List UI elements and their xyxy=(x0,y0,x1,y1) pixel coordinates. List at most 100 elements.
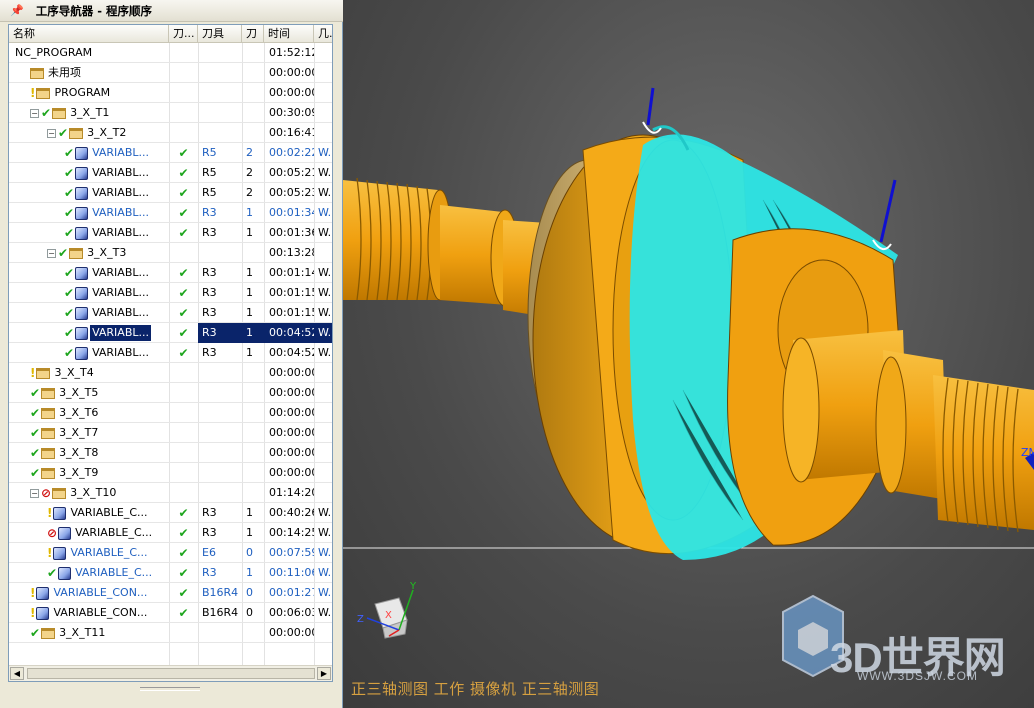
row-name-cell[interactable]: ✔ 3_X_T7 xyxy=(9,423,169,443)
row-name-cell[interactable]: ✔ 3_X_T5 xyxy=(9,383,169,403)
navigator-title: 工序导航器 - 程序顺序 xyxy=(35,3,152,18)
row-name-cell[interactable]: ✔ 3_X_T6 xyxy=(9,403,169,423)
row-name-cell[interactable]: − ✔ 3_X_T2 xyxy=(9,123,169,143)
collapse-toggle-icon[interactable]: − xyxy=(47,248,56,258)
program-group-row[interactable]: − ✔ 3_X_T1 00:30:09 xyxy=(9,103,332,123)
variable-contour-operation-icon xyxy=(53,506,67,520)
operation-row[interactable]: ! VARIABLE_CON... ✔ B16R4 0 00:01:27 W... xyxy=(9,583,332,603)
row-name-cell[interactable]: ! 3_X_T4 xyxy=(9,363,169,383)
row-name-cell[interactable]: ✔ VARIABL... xyxy=(9,163,169,183)
complete-check-icon: ✔ xyxy=(64,206,75,220)
row-name-cell[interactable]: ⊘ VARIABLE_C... xyxy=(9,523,169,543)
row-name-cell[interactable]: NC_PROGRAM xyxy=(9,43,169,63)
row-name-cell[interactable]: ✔ VARIABL... xyxy=(9,183,169,203)
operation-row[interactable]: ✔ VARIABLE_C... ✔ R3 1 00:11:06 W... xyxy=(9,563,332,583)
geometry-cell: W... xyxy=(318,586,332,599)
row-name-cell[interactable]: ✔ VARIABL... xyxy=(9,323,169,343)
panel-resize-handle[interactable] xyxy=(140,687,200,691)
program-group-row[interactable]: ✔ 3_X_T6 00:00:00 xyxy=(9,403,332,423)
row-name-cell[interactable]: ✔ VARIABL... xyxy=(9,143,169,163)
operation-row[interactable]: ✔ VARIABL... ✔ R3 1 00:01:34 W... xyxy=(9,203,332,223)
program-group-row[interactable]: ! PROGRAM 00:00:00 xyxy=(9,83,332,103)
time-cell: 00:04:52 xyxy=(269,346,314,359)
program-group-row[interactable]: ✔ 3_X_T8 00:00:00 xyxy=(9,443,332,463)
operation-row[interactable]: ✔VARIABL...✔R3100:04:52W... xyxy=(9,323,332,343)
program-group-row[interactable]: ✔ 3_X_T9 00:00:00 xyxy=(9,463,332,483)
row-name-cell[interactable]: ✔ VARIABL... xyxy=(9,283,169,303)
tool-cell: R5 xyxy=(202,186,217,199)
scrollbar-thumb[interactable] xyxy=(27,668,315,679)
row-name-cell[interactable]: ! VARIABLE_CON... xyxy=(9,603,169,623)
row-name-cell[interactable]: ! VARIABLE_C... xyxy=(9,543,169,563)
complete-check-icon: ✔ xyxy=(64,266,75,280)
operation-row[interactable]: ✔ VARIABL... ✔ R3 1 00:01:15 W... xyxy=(9,283,332,303)
time-cell: 00:40:26 xyxy=(269,506,314,519)
row-name-cell[interactable]: ✔ VARIABL... xyxy=(9,303,169,323)
collapse-toggle-icon[interactable]: − xyxy=(47,128,56,138)
scroll-right-icon[interactable]: ▶ xyxy=(317,667,331,680)
operation-row[interactable]: ✔ VARIABL... ✔ R5 2 00:05:21 W... xyxy=(9,163,332,183)
horizontal-scrollbar[interactable]: ◀ ▶ xyxy=(9,665,332,681)
tool-ok-check-icon: ✔ xyxy=(178,566,189,580)
row-name-cell[interactable]: − ⊘ 3_X_T10 xyxy=(9,483,169,503)
complete-check-icon: ✔ xyxy=(58,126,69,140)
row-name-cell[interactable]: 未用项 xyxy=(9,63,169,83)
column-header-tool-number[interactable]: 刀 xyxy=(242,25,264,43)
row-name-cell[interactable]: ✔ VARIABL... xyxy=(9,263,169,283)
program-group-row[interactable]: ✔ 3_X_T7 00:00:00 xyxy=(9,423,332,443)
scroll-left-icon[interactable]: ◀ xyxy=(10,667,24,680)
graphics-viewport[interactable]: ZM Y Z X 3D世界网 WWW.3DSJW.COM 正三轴测图 工作 摄像… xyxy=(343,0,1034,708)
row-name-cell[interactable]: ✔ VARIABL... xyxy=(9,223,169,243)
operation-row[interactable]: ✔VARIABL...✔R3100:04:52W... xyxy=(9,343,332,363)
row-name-cell[interactable]: ! PROGRAM xyxy=(9,83,169,103)
tool-cell xyxy=(198,103,242,123)
wcs-label: ZM xyxy=(1021,446,1034,459)
collapse-toggle-icon[interactable]: − xyxy=(30,488,39,498)
row-name-cell[interactable]: ! VARIABLE_CON... xyxy=(9,583,169,603)
column-header-name[interactable]: 名称 xyxy=(9,25,169,43)
operation-row[interactable]: ✔ VARIABL... ✔ R5 2 00:05:23 W... xyxy=(9,183,332,203)
operation-row[interactable]: ⊘ VARIABLE_C... ✔ R3 1 00:14:25 W... xyxy=(9,523,332,543)
program-group-row[interactable]: 未用项 00:00:00 xyxy=(9,63,332,83)
row-name-cell[interactable]: ✔ 3_X_T11 xyxy=(9,623,169,643)
row-name-cell[interactable]: ✔ VARIABLE_C... xyxy=(9,563,169,583)
pin-icon[interactable]: 📌 xyxy=(10,4,24,17)
program-group-row[interactable]: ✔ 3_X_T11 00:00:00 xyxy=(9,623,332,643)
operation-row[interactable]: ✔ VARIABL... ✔ R3 1 00:01:36 W... xyxy=(9,223,332,243)
tool-ok-check-icon: ✔ xyxy=(178,546,189,560)
operation-row[interactable]: ! VARIABLE_C... ✔ R3 1 00:40:26 W... xyxy=(9,503,332,523)
column-header-time[interactable]: 时间 xyxy=(264,25,314,43)
program-group-row[interactable]: ✔ 3_X_T5 00:00:00 xyxy=(9,383,332,403)
geometry-cell xyxy=(314,403,332,423)
tool-ok-check-icon: ✔ xyxy=(178,146,189,160)
program-group-row[interactable]: − ⊘ 3_X_T10 01:14:20 xyxy=(9,483,332,503)
program-group-row[interactable]: − ✔ 3_X_T2 00:16:41 xyxy=(9,123,332,143)
row-name-cell[interactable]: ✔ 3_X_T8 xyxy=(9,443,169,463)
column-header-tool-check[interactable]: 刀... xyxy=(169,25,198,43)
geometry-cell: W... xyxy=(318,286,332,299)
program-group-row[interactable]: NC_PROGRAM 01:52:12 xyxy=(9,43,332,63)
program-group-row[interactable]: − ✔ 3_X_T3 00:13:28 xyxy=(9,243,332,263)
time-cell: 00:00:00 xyxy=(269,466,314,479)
column-header-geometry[interactable]: 几... xyxy=(314,25,332,43)
time-cell: 00:01:34 xyxy=(269,206,314,219)
program-group-row[interactable]: ! 3_X_T4 00:00:00 xyxy=(9,363,332,383)
invalid-status-icon: ⊘ xyxy=(47,526,58,540)
operation-row[interactable]: ! VARIABLE_C... ✔ E6 0 00:07:59 W... xyxy=(9,543,332,563)
operation-row[interactable]: ✔ VARIABL... ✔ R3 1 00:01:15 W... xyxy=(9,303,332,323)
tool-check-cell xyxy=(169,443,198,463)
row-name-cell[interactable]: ✔ 3_X_T9 xyxy=(9,463,169,483)
variable-contour-operation-icon xyxy=(75,346,89,360)
row-name-cell[interactable]: − ✔ 3_X_T3 xyxy=(9,243,169,263)
collapse-toggle-icon[interactable]: − xyxy=(30,108,39,118)
time-cell: 00:01:15 xyxy=(269,306,314,319)
row-name-cell[interactable]: ! VARIABLE_C... xyxy=(9,503,169,523)
row-name-cell[interactable]: − ✔ 3_X_T1 xyxy=(9,103,169,123)
operation-row[interactable]: ! VARIABLE_CON... ✔ B16R4 0 00:06:03 W... xyxy=(9,603,332,623)
operation-row[interactable]: ✔ VARIABL... ✔ R5 2 00:02:22 W... xyxy=(9,143,332,163)
row-name-cell[interactable]: ✔ VARIABL... xyxy=(9,203,169,223)
row-name-cell[interactable]: ✔ VARIABL... xyxy=(9,343,169,363)
operation-row[interactable]: ✔ VARIABL... ✔ R3 1 00:01:14 W... xyxy=(9,263,332,283)
geometry-cell: W... xyxy=(318,226,332,239)
column-header-tool[interactable]: 刀具 xyxy=(198,25,242,43)
